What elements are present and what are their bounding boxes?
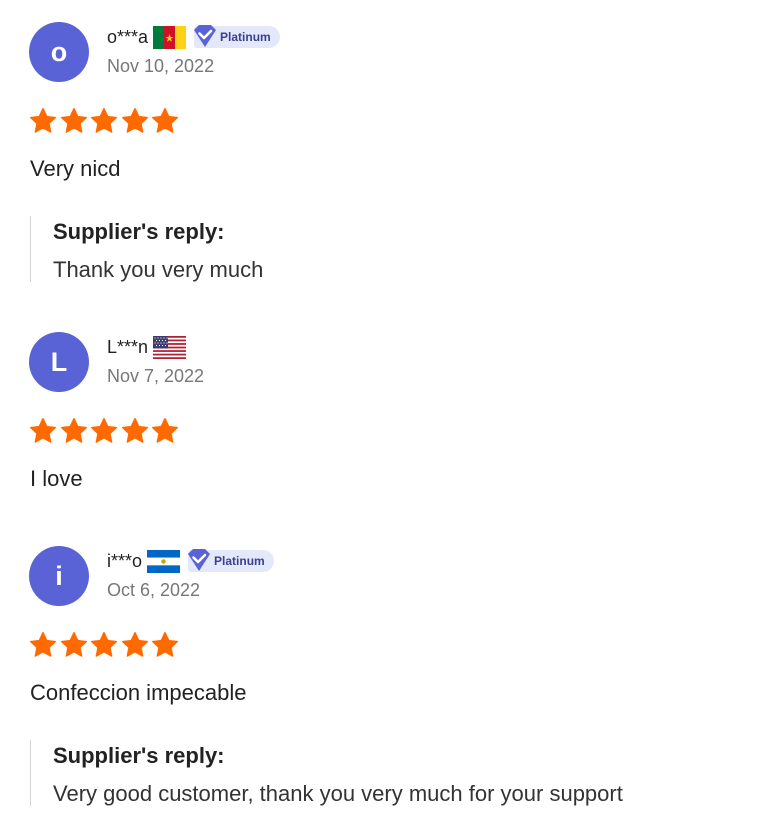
supplier-reply-title: Supplier's reply:	[53, 743, 225, 768]
star-icon	[120, 106, 150, 136]
avatar: i	[29, 546, 89, 606]
avatar: o	[29, 22, 89, 82]
review-item: i i***o Platinum Oct 6, 2022 Confeccion …	[0, 544, 772, 806]
review-comment: Very nicd	[30, 156, 121, 181]
supplier-reply-text: Thank you very much	[53, 257, 264, 282]
review-date: Nov 10, 2022	[107, 56, 215, 76]
star-rating	[28, 106, 181, 136]
reviewer-info: o***a Platinum	[107, 24, 280, 50]
reviews-list: o o***a Platinum Nov 10, 2022 Very nicd …	[0, 0, 772, 832]
review-header: L L***n Nov 7, 2022	[0, 330, 772, 392]
review-date: Oct 6, 2022	[107, 580, 201, 600]
star-icon	[89, 416, 119, 446]
supplier-reply: Supplier's reply: Very good customer, th…	[30, 740, 753, 806]
star-icon	[150, 630, 180, 660]
star-icon	[89, 106, 119, 136]
star-icon	[28, 416, 58, 446]
platinum-badge: Platinum	[192, 25, 280, 49]
avatar: L	[29, 332, 89, 392]
star-rating	[28, 416, 181, 446]
star-icon	[120, 630, 150, 660]
review-comment: I love	[30, 466, 83, 491]
cameroon-flag-icon	[153, 25, 187, 49]
platinum-shield-icon	[186, 549, 212, 573]
reviewer-info: L***n	[107, 334, 192, 360]
reviewer-info: i***o Platinum	[107, 548, 274, 574]
supplier-reply-text: Very good customer, thank you very much …	[53, 781, 623, 806]
star-icon	[150, 106, 180, 136]
supplier-reply-title: Supplier's reply:	[53, 219, 225, 244]
badge-label: Platinum	[220, 30, 271, 44]
usa-flag-icon	[153, 335, 187, 359]
supplier-reply: Supplier's reply: Thank you very much	[30, 216, 753, 282]
star-rating	[28, 630, 181, 660]
star-icon	[89, 630, 119, 660]
star-icon	[28, 106, 58, 136]
review-item: L L***n Nov 7, 2022 I love	[0, 330, 772, 491]
review-item: o o***a Platinum Nov 10, 2022 Very nicd …	[0, 20, 772, 282]
star-icon	[59, 416, 89, 446]
star-icon	[59, 630, 89, 660]
nicaragua-flag-icon	[147, 549, 181, 573]
review-header: i i***o Platinum Oct 6, 2022	[0, 544, 772, 606]
star-icon	[59, 106, 89, 136]
review-date: Nov 7, 2022	[107, 366, 205, 386]
review-comment: Confeccion impecable	[30, 680, 247, 705]
reviewer-name: o***a	[107, 26, 149, 47]
star-icon	[28, 630, 58, 660]
reviewer-name: i***o	[107, 550, 143, 571]
reviewer-name: L***n	[107, 336, 149, 357]
platinum-badge: Platinum	[186, 549, 274, 573]
review-header: o o***a Platinum Nov 10, 2022	[0, 20, 772, 82]
badge-label: Platinum	[214, 554, 265, 568]
star-icon	[120, 416, 150, 446]
star-icon	[150, 416, 180, 446]
platinum-shield-icon	[192, 25, 218, 49]
